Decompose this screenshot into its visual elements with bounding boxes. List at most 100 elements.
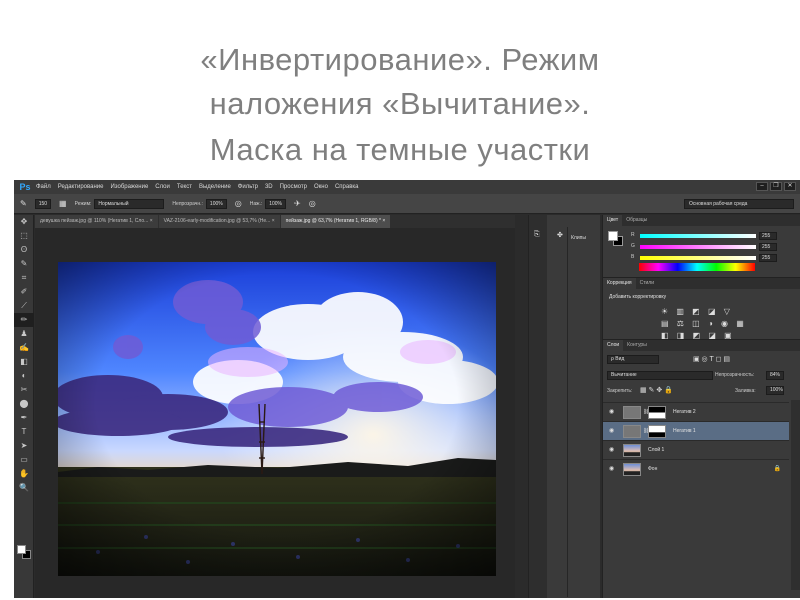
menu-filter[interactable]: Фильтр (238, 184, 258, 190)
layer-opacity-label: Непрозрачность: (715, 372, 755, 378)
menu-image[interactable]: Изображение (110, 184, 148, 190)
tab-styles[interactable]: Стили (636, 278, 658, 289)
layer-filter-dropdown[interactable]: ρ Вид (607, 355, 659, 364)
tab-paths[interactable]: Контуры (623, 340, 651, 351)
adjustment-icons-row-2[interactable]: ▤ ⚖ ◫ ◑ ◉ ▦ (661, 318, 751, 330)
path-select-tool-icon[interactable]: ➤ (14, 439, 34, 453)
slider-red-value[interactable]: 255 (759, 232, 777, 240)
stamp-tool-icon[interactable]: ♟ (14, 327, 34, 341)
zoom-tool-icon[interactable]: 🔍 (14, 481, 34, 495)
layer-mask-thumbnail[interactable] (648, 406, 666, 419)
clips-label[interactable]: Клипы (571, 235, 586, 241)
eye-icon[interactable]: ◉ (609, 465, 614, 472)
quick-select-tool-icon[interactable]: ✎ (14, 257, 34, 271)
layer-name[interactable]: Негатив 1 (673, 428, 696, 434)
menu-window[interactable]: Окно (314, 184, 328, 190)
layer-row-layer-1[interactable]: ◉ Слой 1 (603, 440, 789, 459)
color-spectrum[interactable] (639, 263, 755, 271)
workspace-dropdown[interactable]: Основная рабочая среда (684, 199, 794, 209)
layer-name[interactable]: Фон (648, 466, 657, 472)
color-panel-foreground-swatch[interactable] (608, 231, 618, 241)
menu-view[interactable]: Просмотр (280, 184, 307, 190)
slider-red-bar[interactable] (640, 234, 756, 238)
menu-text[interactable]: Текст (177, 184, 192, 190)
blend-mode-dropdown[interactable]: Вычитание (607, 371, 713, 380)
menu-bar: Ps Файл Редактирование Изображение Слои … (14, 180, 800, 194)
layer-name[interactable]: Негатив 2 (673, 409, 696, 415)
history-icon[interactable]: ⎘ (534, 231, 540, 239)
close-icon[interactable]: ✕ (784, 182, 796, 191)
eyedropper-tool-icon[interactable]: ✐ (14, 285, 34, 299)
menu-layers[interactable]: Слои (155, 184, 170, 190)
airbrush-icon[interactable]: ✈ (294, 199, 301, 208)
panel-dock: ⎘ ✤ Клипы (528, 215, 600, 598)
layers-scrollbar[interactable] (791, 400, 800, 590)
blur-tool-icon[interactable]: ✂ (14, 383, 34, 397)
shape-tool-icon[interactable]: ▭ (14, 453, 34, 467)
restore-icon[interactable]: ❐ (770, 182, 782, 191)
menu-file[interactable]: Файл (36, 184, 51, 190)
slider-red: R 255 (631, 232, 797, 241)
tab-layers[interactable]: Слои (603, 340, 624, 351)
lasso-tool-icon[interactable]: ʘ (14, 243, 34, 257)
eye-icon[interactable]: ◉ (609, 427, 614, 434)
tab-adjustments[interactable]: Коррекция (603, 278, 636, 289)
eye-icon[interactable]: ◉ (609, 446, 614, 453)
layer-row-background[interactable]: ◉ Фон 🔒 (603, 459, 789, 478)
foreground-color-swatch[interactable] (17, 545, 26, 554)
layer-opacity-field[interactable]: 84% (766, 371, 784, 380)
hand-tool-icon[interactable]: ✋ (14, 467, 34, 481)
slider-green-bar[interactable] (640, 245, 756, 249)
fill-field[interactable]: 100% (766, 386, 784, 395)
lock-icons[interactable]: ▦ ✎ ✥ 🔒 (640, 386, 673, 394)
slider-green-value[interactable]: 255 (759, 243, 777, 251)
layers-panel-tabs: Слои Контуры (603, 340, 800, 351)
adjustment-icons-row-1[interactable]: ☀ ▥ ◩ ◪ ▽ (661, 306, 751, 318)
type-tool-icon[interactable]: T (14, 425, 34, 439)
eye-icon[interactable]: ◉ (609, 408, 614, 415)
opacity-field[interactable]: 100% (205, 198, 227, 209)
pen-tool-icon[interactable]: ✒ (14, 411, 34, 425)
healing-tool-icon[interactable]: ⟋ (14, 299, 34, 313)
flow-label: Наж.: (249, 200, 263, 207)
pressure-opacity-icon[interactable]: ◎ (235, 199, 242, 208)
move-tool-icon[interactable]: ✥ (14, 215, 34, 229)
pressure-size-icon[interactable]: ◎ (309, 199, 316, 208)
tab-swatches[interactable]: Образцы (622, 215, 651, 226)
menu-3d[interactable]: 3D (265, 184, 273, 190)
history-brush-tool-icon[interactable]: ✍ (14, 341, 34, 355)
clips-icon[interactable]: ✤ (557, 231, 563, 239)
layer-name[interactable]: Слой 1 (648, 447, 664, 453)
minimize-icon[interactable]: – (756, 182, 768, 191)
brush-size-picker[interactable]: 150 (34, 198, 52, 209)
tab-color[interactable]: Цвет (603, 215, 623, 226)
tab-document-1[interactable]: девушка пейзаж.jpg @ 110% (Негатив 1, Сл… (35, 215, 158, 228)
flow-field[interactable]: 100% (265, 198, 287, 209)
menu-select[interactable]: Выделение (199, 184, 231, 190)
layer-row-negative-1[interactable]: ◉ ⛓ Негатив 1 (603, 421, 789, 440)
layer-row-negative-2[interactable]: ◉ ⛓ Негатив 2 (603, 402, 789, 421)
crop-tool-icon[interactable]: ⌗ (14, 271, 34, 285)
brush-tool-icon[interactable]: ✏ (14, 313, 34, 327)
brush-panel-icon[interactable]: ▦ (59, 199, 67, 208)
tab-document-3[interactable]: пейзаж.jpg @ 63,7% (Негатив 1, RGB/8) * … (280, 215, 391, 228)
menu-help[interactable]: Справка (335, 184, 359, 190)
layer-mask-thumbnail[interactable] (648, 425, 666, 438)
brush-tool-icon[interactable]: ✎ (20, 199, 27, 208)
dock-collapse-strip (529, 215, 547, 598)
canvas-area[interactable] (35, 228, 515, 598)
marquee-tool-icon[interactable]: ⬚ (14, 229, 34, 243)
options-bar: ✎ 150 ▦ Режим: Нормальный Непрозрачн.: 1… (14, 194, 800, 214)
color-panel: Цвет Образцы R 255 G 255 B 255 (603, 215, 800, 277)
dodge-tool-icon[interactable]: ⬤ (14, 397, 34, 411)
slider-blue-value[interactable]: 255 (759, 254, 777, 262)
eraser-tool-icon[interactable]: ◧ (14, 355, 34, 369)
landscape-photo[interactable] (58, 262, 496, 576)
layer-filter-icons[interactable]: ▣ ◎ T ◻ ▤ (693, 355, 730, 363)
tab-document-2[interactable]: VAZ-2106-early-modification.jpg @ 53,7% … (158, 215, 280, 228)
slider-blue: B 255 (631, 254, 797, 263)
menu-edit[interactable]: Редактирование (58, 184, 104, 190)
slider-blue-bar[interactable] (640, 256, 756, 260)
gradient-tool-icon[interactable]: ◐ (14, 369, 34, 383)
mode-dropdown[interactable]: Нормальный (94, 198, 165, 209)
